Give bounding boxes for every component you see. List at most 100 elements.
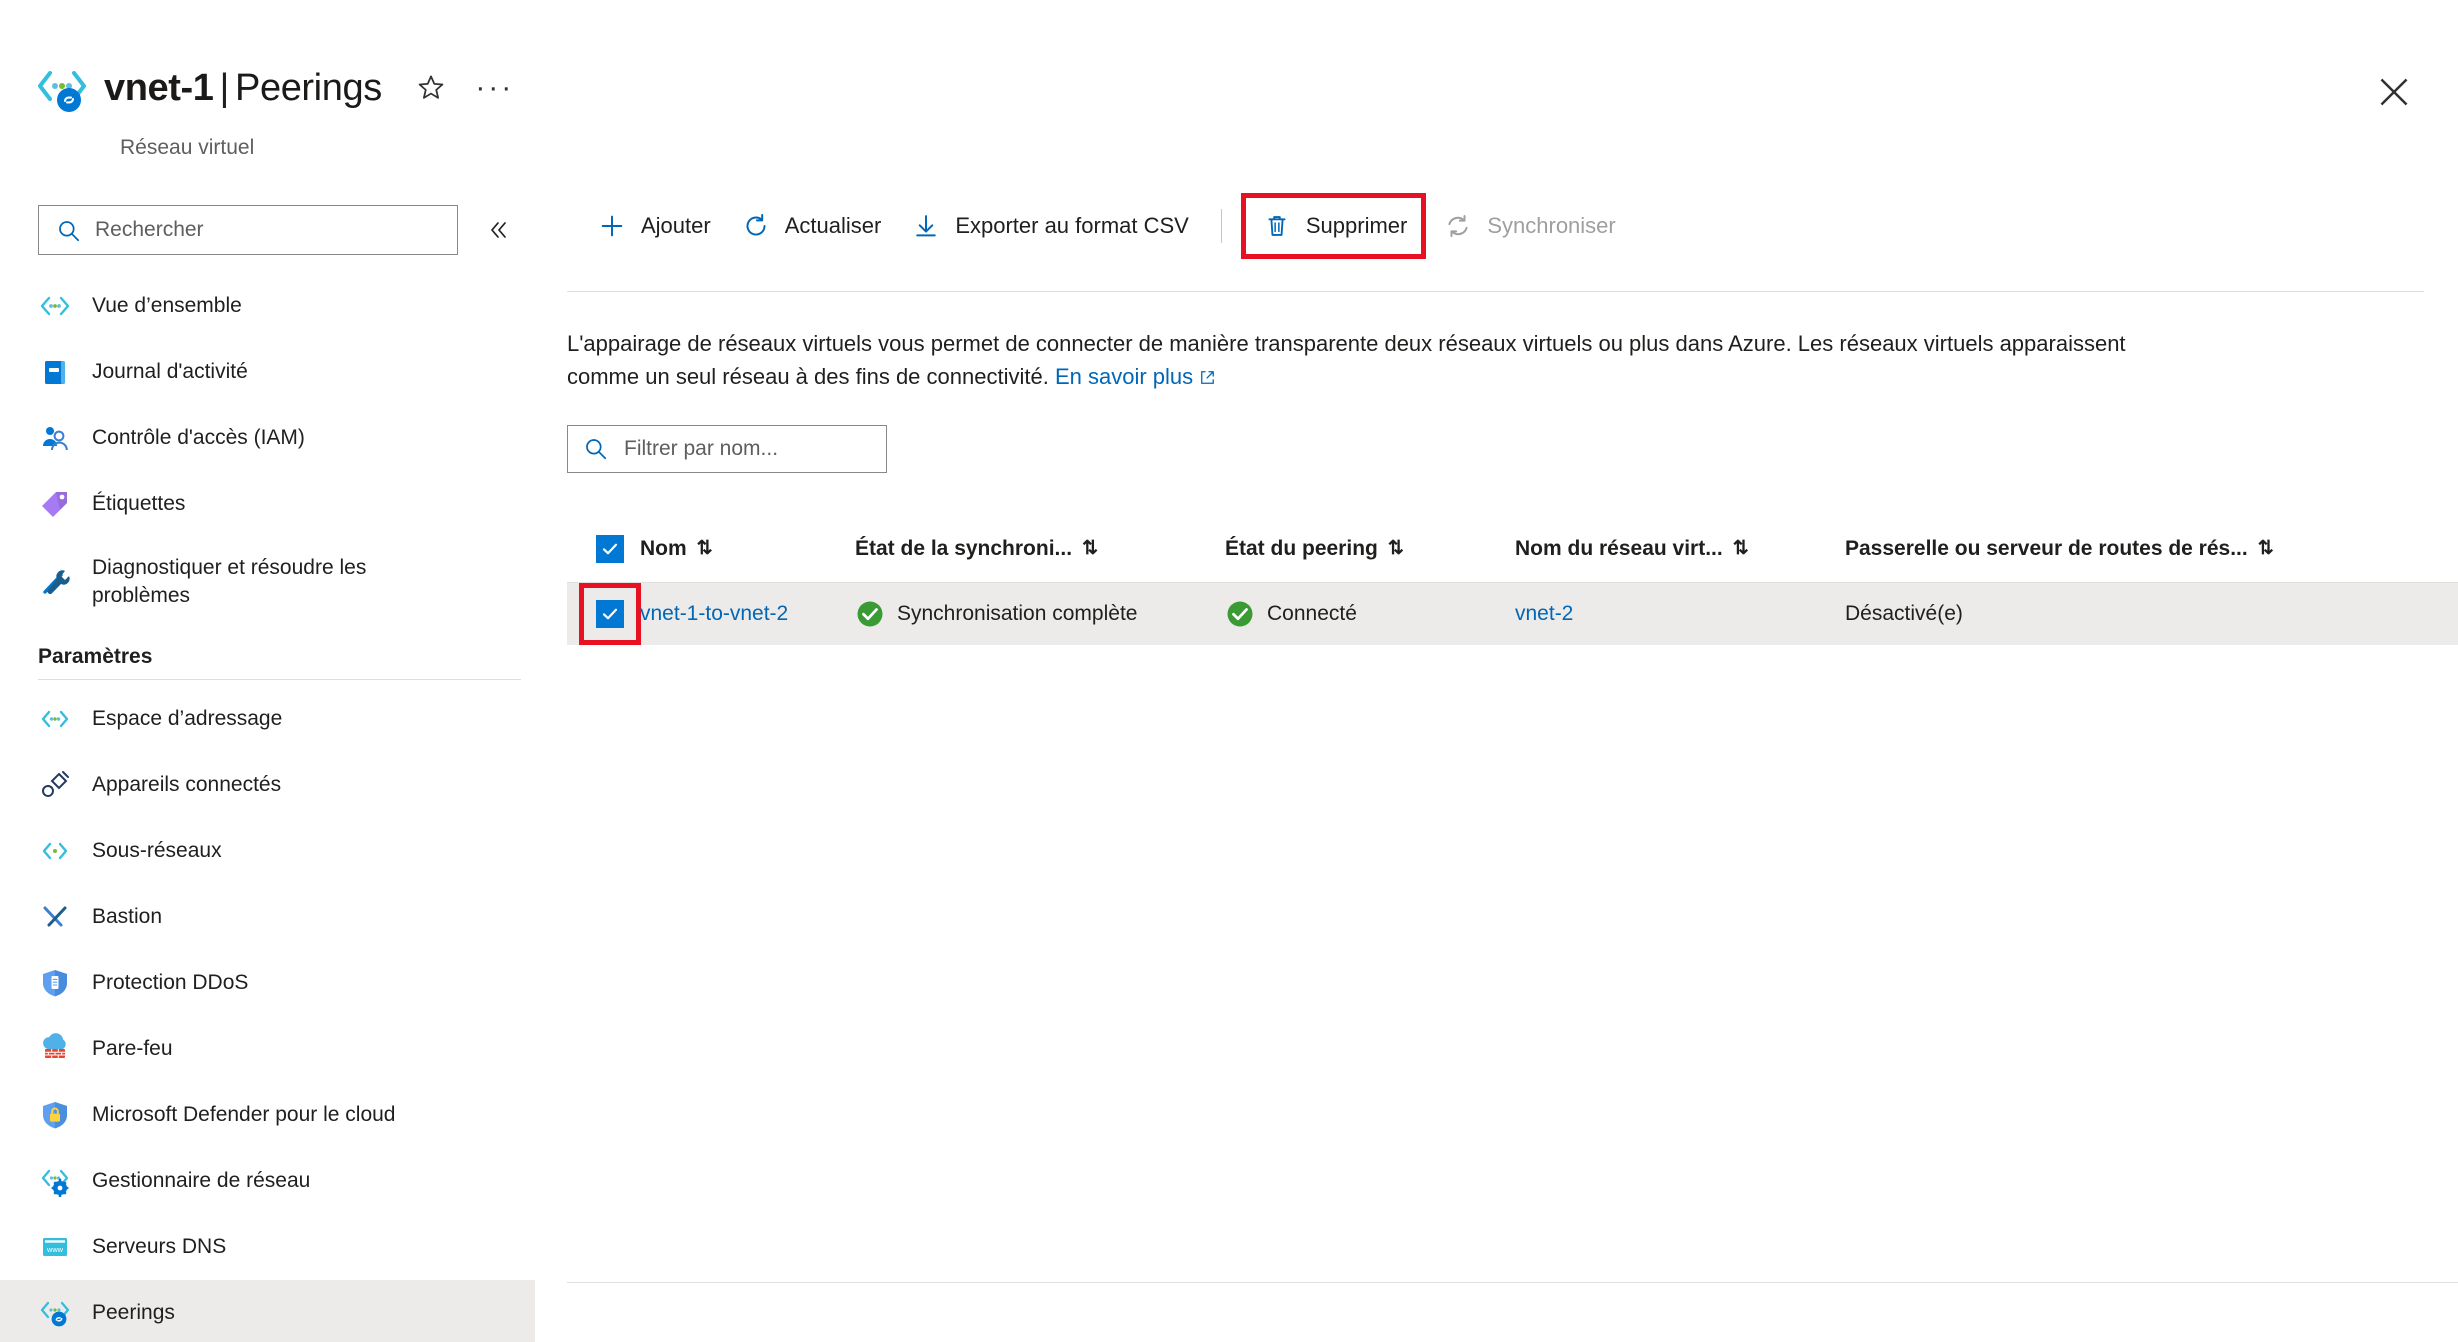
double-chevron-left-icon[interactable] [481,215,515,245]
filter-input[interactable] [567,425,887,473]
export-csv-button[interactable]: Exporter au format CSV [895,198,1203,254]
sidebar-item-protection-ddos[interactable]: Protection DDoS [0,950,535,1016]
sidebar-item-sous-reseaux[interactable]: Sous-réseaux [0,818,535,884]
sync-icon [1441,209,1475,243]
table-header-row: Nom ⇅ État de la synchroni... ⇅ État du … [567,515,2458,583]
table-row[interactable]: vnet-1-to-vnet-2 Synchronisation complèt… [567,583,2458,645]
command-bar-divider [567,291,2424,292]
cell-gateway: Désactivé(e) [1845,602,1963,625]
learn-more-link[interactable]: En savoir plus [1055,364,1216,389]
network-manager-icon [38,1164,72,1198]
sidebar-item-appareils-connectes[interactable]: Appareils connectés [0,752,535,818]
sidebar-item-gestionnaire-de-reseau[interactable]: Gestionnaire de réseau [0,1148,535,1214]
sidebar-divider [38,679,521,680]
title-separator: | [219,66,230,109]
column-header-etat-peering[interactable]: État du peering ⇅ [1225,537,1515,561]
refresh-button-label: Actualiser [784,213,882,238]
subnet-icon [38,834,72,868]
virtual-network-peering-icon [36,62,88,114]
sidebar-item-diagnostiquer[interactable]: Diagnostiquer et résoudre les problèmes [0,537,535,627]
activity-log-icon [38,355,72,389]
sidebar-nav: Vue d’ensemble Journal d'activité Contrô… [0,273,535,1342]
plus-icon [595,209,629,243]
sidebar-item-label: Contrôle d'accès (IAM) [92,426,305,450]
cell-peering-name[interactable]: vnet-1-to-vnet-2 [640,602,855,626]
sidebar-item-vue-densemble[interactable]: Vue d’ensemble [0,273,535,339]
column-header-etat-synchronisation[interactable]: État de la synchroni... ⇅ [855,537,1225,561]
sidebar-item-label: Diagnostiquer et résoudre les problèmes [92,556,367,607]
sidebar-item-label: Protection DDoS [92,971,249,995]
row-select-checkbox[interactable] [567,583,641,645]
column-header-nom[interactable]: Nom ⇅ [640,537,855,561]
sidebar-item-pare-feu[interactable]: Pare-feu [0,1016,535,1082]
sidebar-search [38,205,458,255]
sidebar-item-bastion[interactable]: Bastion [0,884,535,950]
sort-icon: ⇅ [1387,538,1404,559]
svg-text:www: www [46,1245,64,1254]
external-link-icon [1199,362,1216,395]
peering-state-label: Connecté [1267,602,1357,625]
star-icon[interactable] [412,69,450,107]
remote-vnet-link[interactable]: vnet-2 [1515,602,1573,626]
column-header-passerelle[interactable]: Passerelle ou serveur de routes de rés..… [1845,537,2458,561]
peerings-icon [38,1296,72,1330]
description-text: L'appairage de réseaux virtuels vous per… [567,331,2126,390]
sidebar-item-label: Vue d’ensemble [92,294,242,318]
title-row: vnet-1 | Peerings ··· [36,62,514,114]
close-icon[interactable] [2374,72,2414,112]
sidebar-item-label: Microsoft Defender pour le cloud [92,1103,396,1127]
sidebar-item-label: Serveurs DNS [92,1235,227,1259]
sidebar-item-label: Étiquettes [92,492,186,516]
ddos-shield-icon [38,966,72,1000]
sidebar-item-label: Journal d'activité [92,360,248,384]
search-input[interactable] [38,205,458,255]
sidebar-item-microsoft-defender[interactable]: Microsoft Defender pour le cloud [0,1082,535,1148]
sidebar-item-journal-dactivite[interactable]: Journal d'activité [0,339,535,405]
sort-icon: ⇅ [696,538,713,559]
trash-icon [1260,209,1294,243]
command-separator [1220,209,1222,243]
sync-button-label: Synchroniser [1487,213,1616,238]
blade-name: Peerings [235,66,382,109]
sort-icon: ⇅ [1732,538,1749,559]
column-header-nom-reseau-virtuel[interactable]: Nom du réseau virt... ⇅ [1515,537,1845,561]
sidebar-item-etiquettes[interactable]: Étiquettes [0,471,535,537]
delete-button[interactable]: Supprimer [1240,193,1427,259]
sidebar-item-espace-dadressage[interactable]: Espace d’adressage [0,686,535,752]
troubleshoot-icon [38,565,72,599]
dns-server-icon: www [38,1230,72,1264]
sidebar-item-serveurs-dns[interactable]: www Serveurs DNS [0,1214,535,1280]
azure-portal-blade: vnet-1 | Peerings ··· Réseau virtuel Rec… [0,0,2458,1342]
refresh-icon [739,209,773,243]
sidebar-item-label: Appareils connectés [92,773,282,797]
column-header-label: Nom du réseau virt... [1515,536,1723,560]
sidebar-item-label: Sous-réseaux [92,839,222,863]
sort-icon: ⇅ [2257,538,2274,559]
column-header-label: Passerelle ou serveur de routes de rés..… [1845,536,2248,560]
check-circle-icon [1225,599,1255,629]
cell-peering-state: Connecté [1225,599,1515,629]
filter-field [567,425,887,473]
sidebar-item-label: Peerings [92,1301,175,1325]
sidebar-item-peerings[interactable]: Peerings [0,1280,535,1342]
ellipsis-icon[interactable]: ··· [475,69,514,107]
checkbox-checked-icon [596,534,624,563]
sync-state-label: Synchronisation complète [897,602,1138,625]
sidebar-item-label: Gestionnaire de réseau [92,1169,311,1193]
add-button[interactable]: Ajouter [581,198,725,254]
select-all-checkbox[interactable] [567,534,640,563]
cell-remote-vnet[interactable]: vnet-2 [1515,602,1845,626]
peering-description: L'appairage de réseaux virtuels vous per… [567,327,2187,396]
connected-devices-icon [38,768,72,802]
refresh-button[interactable]: Actualiser [725,198,896,254]
peering-name-link[interactable]: vnet-1-to-vnet-2 [640,602,788,626]
command-bar: Ajouter Actualiser Exporter au format CS… [567,185,2458,292]
peerings-table: Nom ⇅ État de la synchroni... ⇅ État du … [567,515,2458,645]
sidebar-item-controle-dacces-iam[interactable]: Contrôle d'accès (IAM) [0,405,535,471]
virtual-network-icon [38,289,72,323]
column-header-label: État du peering [1225,536,1378,560]
sidebar-item-label: Espace d’adressage [92,707,283,731]
resource-name: vnet-1 [104,66,214,109]
blade-header: vnet-1 | Peerings ··· Réseau virtuel [0,0,2458,185]
sync-button: Synchroniser [1427,198,1629,254]
